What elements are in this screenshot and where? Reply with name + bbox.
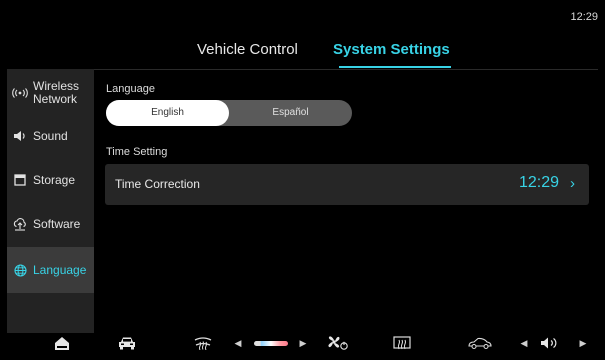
rear-defrost-button[interactable] (192, 333, 214, 353)
sidebar-item-wireless-network[interactable]: Wireless Network (7, 69, 94, 117)
language-option-english[interactable]: English (106, 100, 229, 126)
settings-content: Language English Español Time Setting Ti… (94, 69, 598, 333)
car-settings-button[interactable] (467, 333, 493, 353)
software-icon (7, 217, 33, 231)
sidebar-item-storage[interactable]: Storage (7, 158, 94, 202)
screen: 12:29 Vehicle Control System Settings Wi… (7, 7, 598, 353)
language-option-espanol[interactable]: Español (229, 100, 352, 126)
sidebar-item-language[interactable]: Language (7, 247, 94, 293)
time-correction-value: 12:29 (518, 174, 559, 191)
language-heading: Language (106, 83, 155, 95)
fan-button[interactable] (326, 333, 350, 353)
sidebar: Wireless Network Sound Storage Software … (7, 69, 94, 333)
tab-system-settings[interactable]: System Settings (333, 41, 450, 58)
time-setting-heading: Time Setting (106, 146, 168, 158)
time-correction-label: Time Correction (115, 177, 200, 191)
front-defrost-button[interactable] (391, 333, 413, 353)
temperature-bar (254, 341, 288, 346)
chevron-right-icon: › (570, 175, 575, 192)
globe-icon (7, 263, 33, 277)
language-selector: English Español (106, 100, 352, 126)
status-clock: 12:29 (570, 11, 598, 23)
sidebar-item-software[interactable]: Software (7, 202, 94, 246)
sidebar-item-sound[interactable]: Sound (7, 114, 94, 158)
tab-vehicle-control[interactable]: Vehicle Control (197, 41, 298, 58)
storage-icon (7, 174, 33, 186)
volume-icon (541, 337, 557, 349)
sidebar-item-label: Storage (33, 172, 76, 187)
sidebar-item-label: Network (33, 92, 78, 106)
home-button[interactable] (51, 333, 73, 353)
volume-up-button[interactable]: ▶ (578, 333, 588, 353)
top-tabs: Vehicle Control System Settings (7, 29, 598, 70)
car-icon (119, 337, 135, 350)
volume-down-button[interactable]: ◀ (519, 333, 529, 353)
sidebar-item-label: Sound (33, 128, 68, 143)
vehicle-button[interactable] (115, 333, 139, 353)
temp-up-button[interactable]: ▶ (298, 333, 308, 353)
active-tab-indicator (339, 66, 451, 68)
sidebar-item-label: Software (33, 216, 81, 231)
time-correction-row[interactable]: Time Correction 12:29 › (105, 164, 589, 205)
sidebar-item-label: Language (33, 262, 87, 277)
speaker-icon (7, 130, 33, 142)
front-defrost-icon (393, 335, 411, 349)
home-icon (55, 336, 69, 350)
rear-defrost-icon (194, 337, 212, 350)
wireless-icon (7, 88, 33, 98)
volume-button[interactable] (539, 333, 563, 353)
bottom-dock: ◀ ▶ ◀ ▶ (7, 333, 598, 353)
car-side-icon (468, 337, 492, 349)
fan-icon (328, 336, 348, 350)
temp-down-button[interactable]: ◀ (233, 333, 243, 353)
